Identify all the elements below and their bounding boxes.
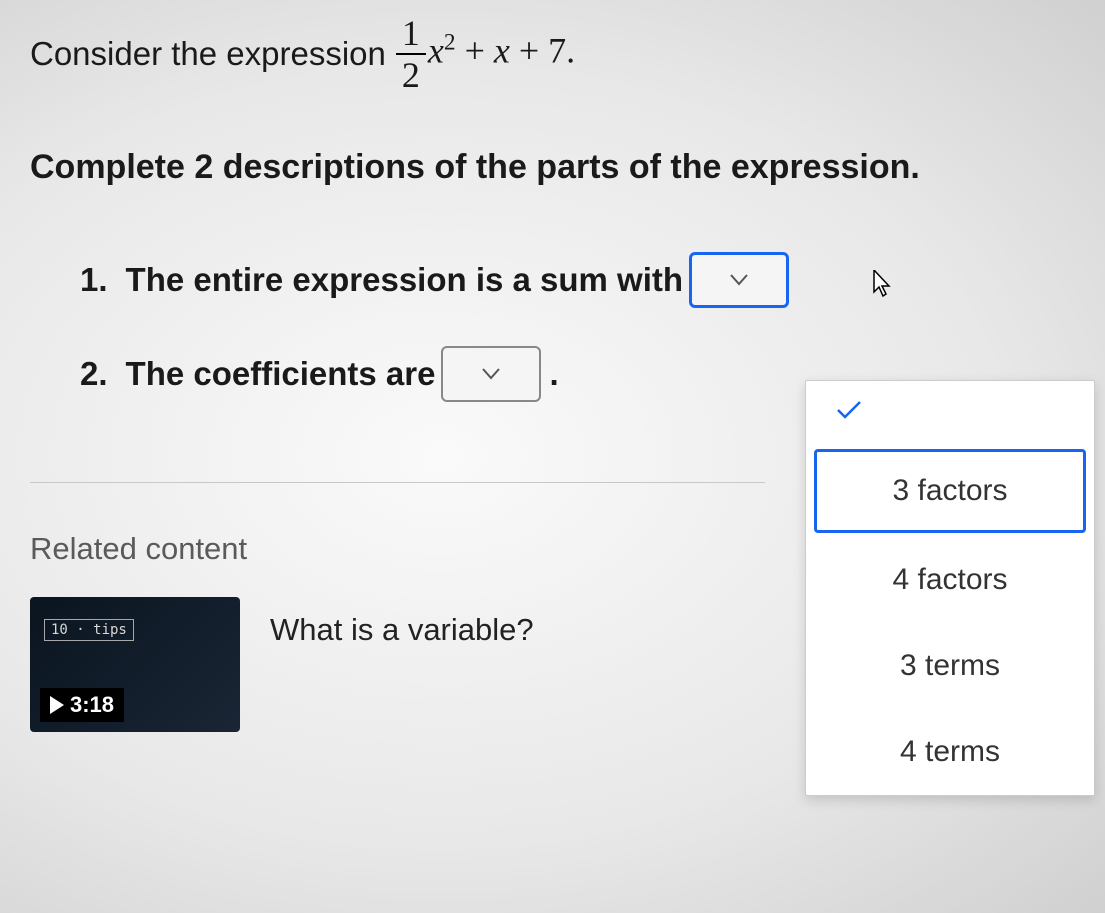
question-2-period: . xyxy=(549,355,558,393)
question-1-text: The entire expression is a sum with xyxy=(126,261,684,299)
question-2-text: The coefficients are xyxy=(126,355,436,393)
dropdown-menu: 3 factors 4 factors 3 terms 4 terms xyxy=(805,380,1095,796)
variable-x: x xyxy=(428,30,444,70)
chevron-down-icon xyxy=(730,269,748,292)
expression-prompt: Consider the expression 1 2 x2 + x + 7. xyxy=(30,15,1075,93)
dropdown-option-4-terms[interactable]: 4 terms xyxy=(806,709,1094,795)
variable-x-2: x xyxy=(494,30,510,70)
plus-operator: + xyxy=(465,30,485,70)
video-duration: 3:18 xyxy=(70,692,114,718)
fraction: 1 2 xyxy=(396,15,426,93)
question-1-number: 1. xyxy=(80,261,108,299)
dropdown-option-3-terms[interactable]: 3 terms xyxy=(806,623,1094,709)
exponent: 2 xyxy=(444,29,456,55)
chevron-down-icon xyxy=(482,363,500,386)
question-2-number: 2. xyxy=(80,355,108,393)
check-icon xyxy=(836,399,862,427)
question-1: 1. The entire expression is a sum with xyxy=(80,252,1075,308)
instruction-text: Complete 2 descriptions of the parts of … xyxy=(30,148,1075,187)
dropdown-2[interactable] xyxy=(441,346,541,402)
video-thumb-text: 10 · tips xyxy=(44,619,134,641)
section-divider xyxy=(30,482,765,483)
dropdown-option-4-factors[interactable]: 4 factors xyxy=(806,537,1094,623)
dropdown-1[interactable] xyxy=(689,252,789,308)
video-title[interactable]: What is a variable? xyxy=(270,612,534,648)
cursor-icon xyxy=(873,270,895,298)
video-thumb-decoration: 10 · tips xyxy=(44,619,134,641)
video-thumbnail[interactable]: 10 · tips 3:18 xyxy=(30,597,240,732)
plus-operator-2: + xyxy=(519,30,539,70)
math-expression: 1 2 x2 + x + 7. xyxy=(394,15,575,93)
video-duration-badge: 3:18 xyxy=(40,688,124,722)
dropdown-option-3-factors[interactable]: 3 factors xyxy=(814,449,1086,533)
expression-period: . xyxy=(566,30,575,70)
dropdown-selected-indicator xyxy=(806,381,1094,445)
play-icon xyxy=(50,696,64,714)
prompt-prefix: Consider the expression xyxy=(30,35,386,73)
constant: 7 xyxy=(548,30,566,70)
fraction-denominator: 2 xyxy=(396,55,426,93)
fraction-numerator: 1 xyxy=(396,15,426,55)
